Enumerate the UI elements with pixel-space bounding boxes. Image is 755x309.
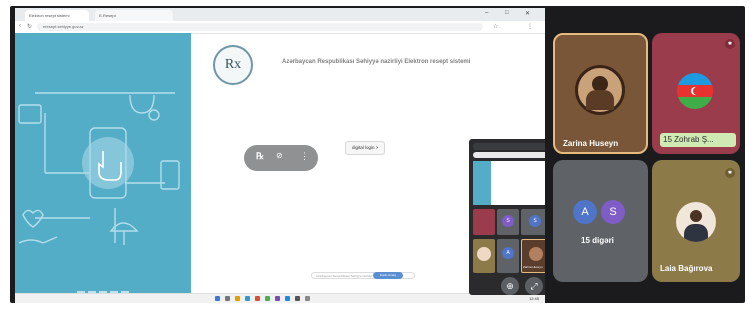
others-count: 15 digəri [581,236,614,245]
participant-tile-active[interactable]: Zarina Huseyn [553,33,648,154]
minimize-icon[interactable]: – [485,10,488,16]
close-icon[interactable]: ✕ [525,10,530,17]
browser-tab[interactable]: E-Resept [95,10,173,21]
app-icon[interactable] [275,296,280,301]
maximize-icon[interactable]: □ [505,10,509,16]
touch-glow [82,137,134,189]
mini-tile[interactable]: A [497,239,519,273]
avatar [575,65,625,115]
mini-tile[interactable] [473,239,495,273]
start-icon[interactable] [215,296,220,301]
site-title: Azərbaycan Respublikası Səhiyyə nazirliy… [282,59,471,65]
edge-icon[interactable] [245,296,250,301]
url-field[interactable]: eresept.sehiyye.gov.az [37,23,483,31]
mini-participant-label: Zarina Huseyn [523,265,543,269]
mini-tile[interactable]: S [497,209,519,235]
shared-screen: Elektron resept sistemi E-Resept – □ ✕ ‹… [15,8,545,303]
reload-icon[interactable]: ↻ [27,23,32,30]
medical-illustration [18,92,180,293]
more-vert-icon[interactable]: ⋮ [527,23,533,30]
host-badge-icon: ✱ [725,39,735,49]
taskbar-clock: 12:45 [528,296,539,301]
meet-mini-preview: S S A Zarina Huseyn ⊕ ⤢ [469,139,545,295]
browser-tab-bar: Elektron resept sistemi E-Resept – □ ✕ [15,8,545,21]
participant-name: Laia Bağırova [660,264,713,273]
host-badge-icon: ✱ [725,168,735,178]
mini-screen [473,161,545,205]
search-icon[interactable] [225,296,230,301]
presentation-control-bar: ℞ ⊘ ⋮ [244,145,318,171]
avatar: A [573,200,597,224]
star-icon[interactable]: ☆ [493,23,498,30]
app-icon[interactable] [295,296,300,301]
avatar [676,202,716,242]
folder-icon[interactable] [235,296,240,301]
participant-tile[interactable]: ✱ 15 Zohrab Ş... [652,33,740,154]
browser-tab[interactable]: Elektron resept sistemi [25,10,89,21]
app-icon[interactable] [265,296,270,301]
app-icon[interactable] [305,296,310,301]
enter-button[interactable]: Daxil olmaq [373,272,403,279]
digital-login-button[interactable]: digital login > [345,141,386,155]
app-icon[interactable] [285,296,290,301]
zoom-in-icon[interactable]: ⊕ [501,277,519,295]
expand-icon[interactable]: ⤢ [525,277,543,295]
mini-tile[interactable]: S [521,209,545,235]
os-taskbar: 12:45 [15,293,545,303]
azerbaijan-flag-avatar [677,73,713,109]
mini-tile-active[interactable]: Zarina Huseyn [521,239,545,273]
chrome-icon[interactable] [255,296,260,301]
mini-url [473,152,545,158]
participant-name: 15 Zohrab Ş... [663,135,714,144]
participant-name: Zarina Huseyn [563,139,619,148]
rx-icon[interactable]: ℞ [256,151,264,162]
back-icon[interactable]: ‹ [19,23,21,29]
participant-tile-group[interactable]: A S 15 digəri [553,160,648,282]
illustration-panel [15,33,191,303]
avatar: S [601,200,625,224]
mini-tile[interactable] [473,209,495,235]
camera-off-icon[interactable]: ⊘ [276,151,283,160]
rx-logo: Rx [213,45,253,85]
more-vert-icon[interactable]: ⋮ [300,151,309,162]
name-highlight: 15 Zohrab Ş... [660,133,736,147]
participant-tile[interactable]: ✱ Laia Bağırova [652,160,740,282]
mini-header [473,143,545,150]
